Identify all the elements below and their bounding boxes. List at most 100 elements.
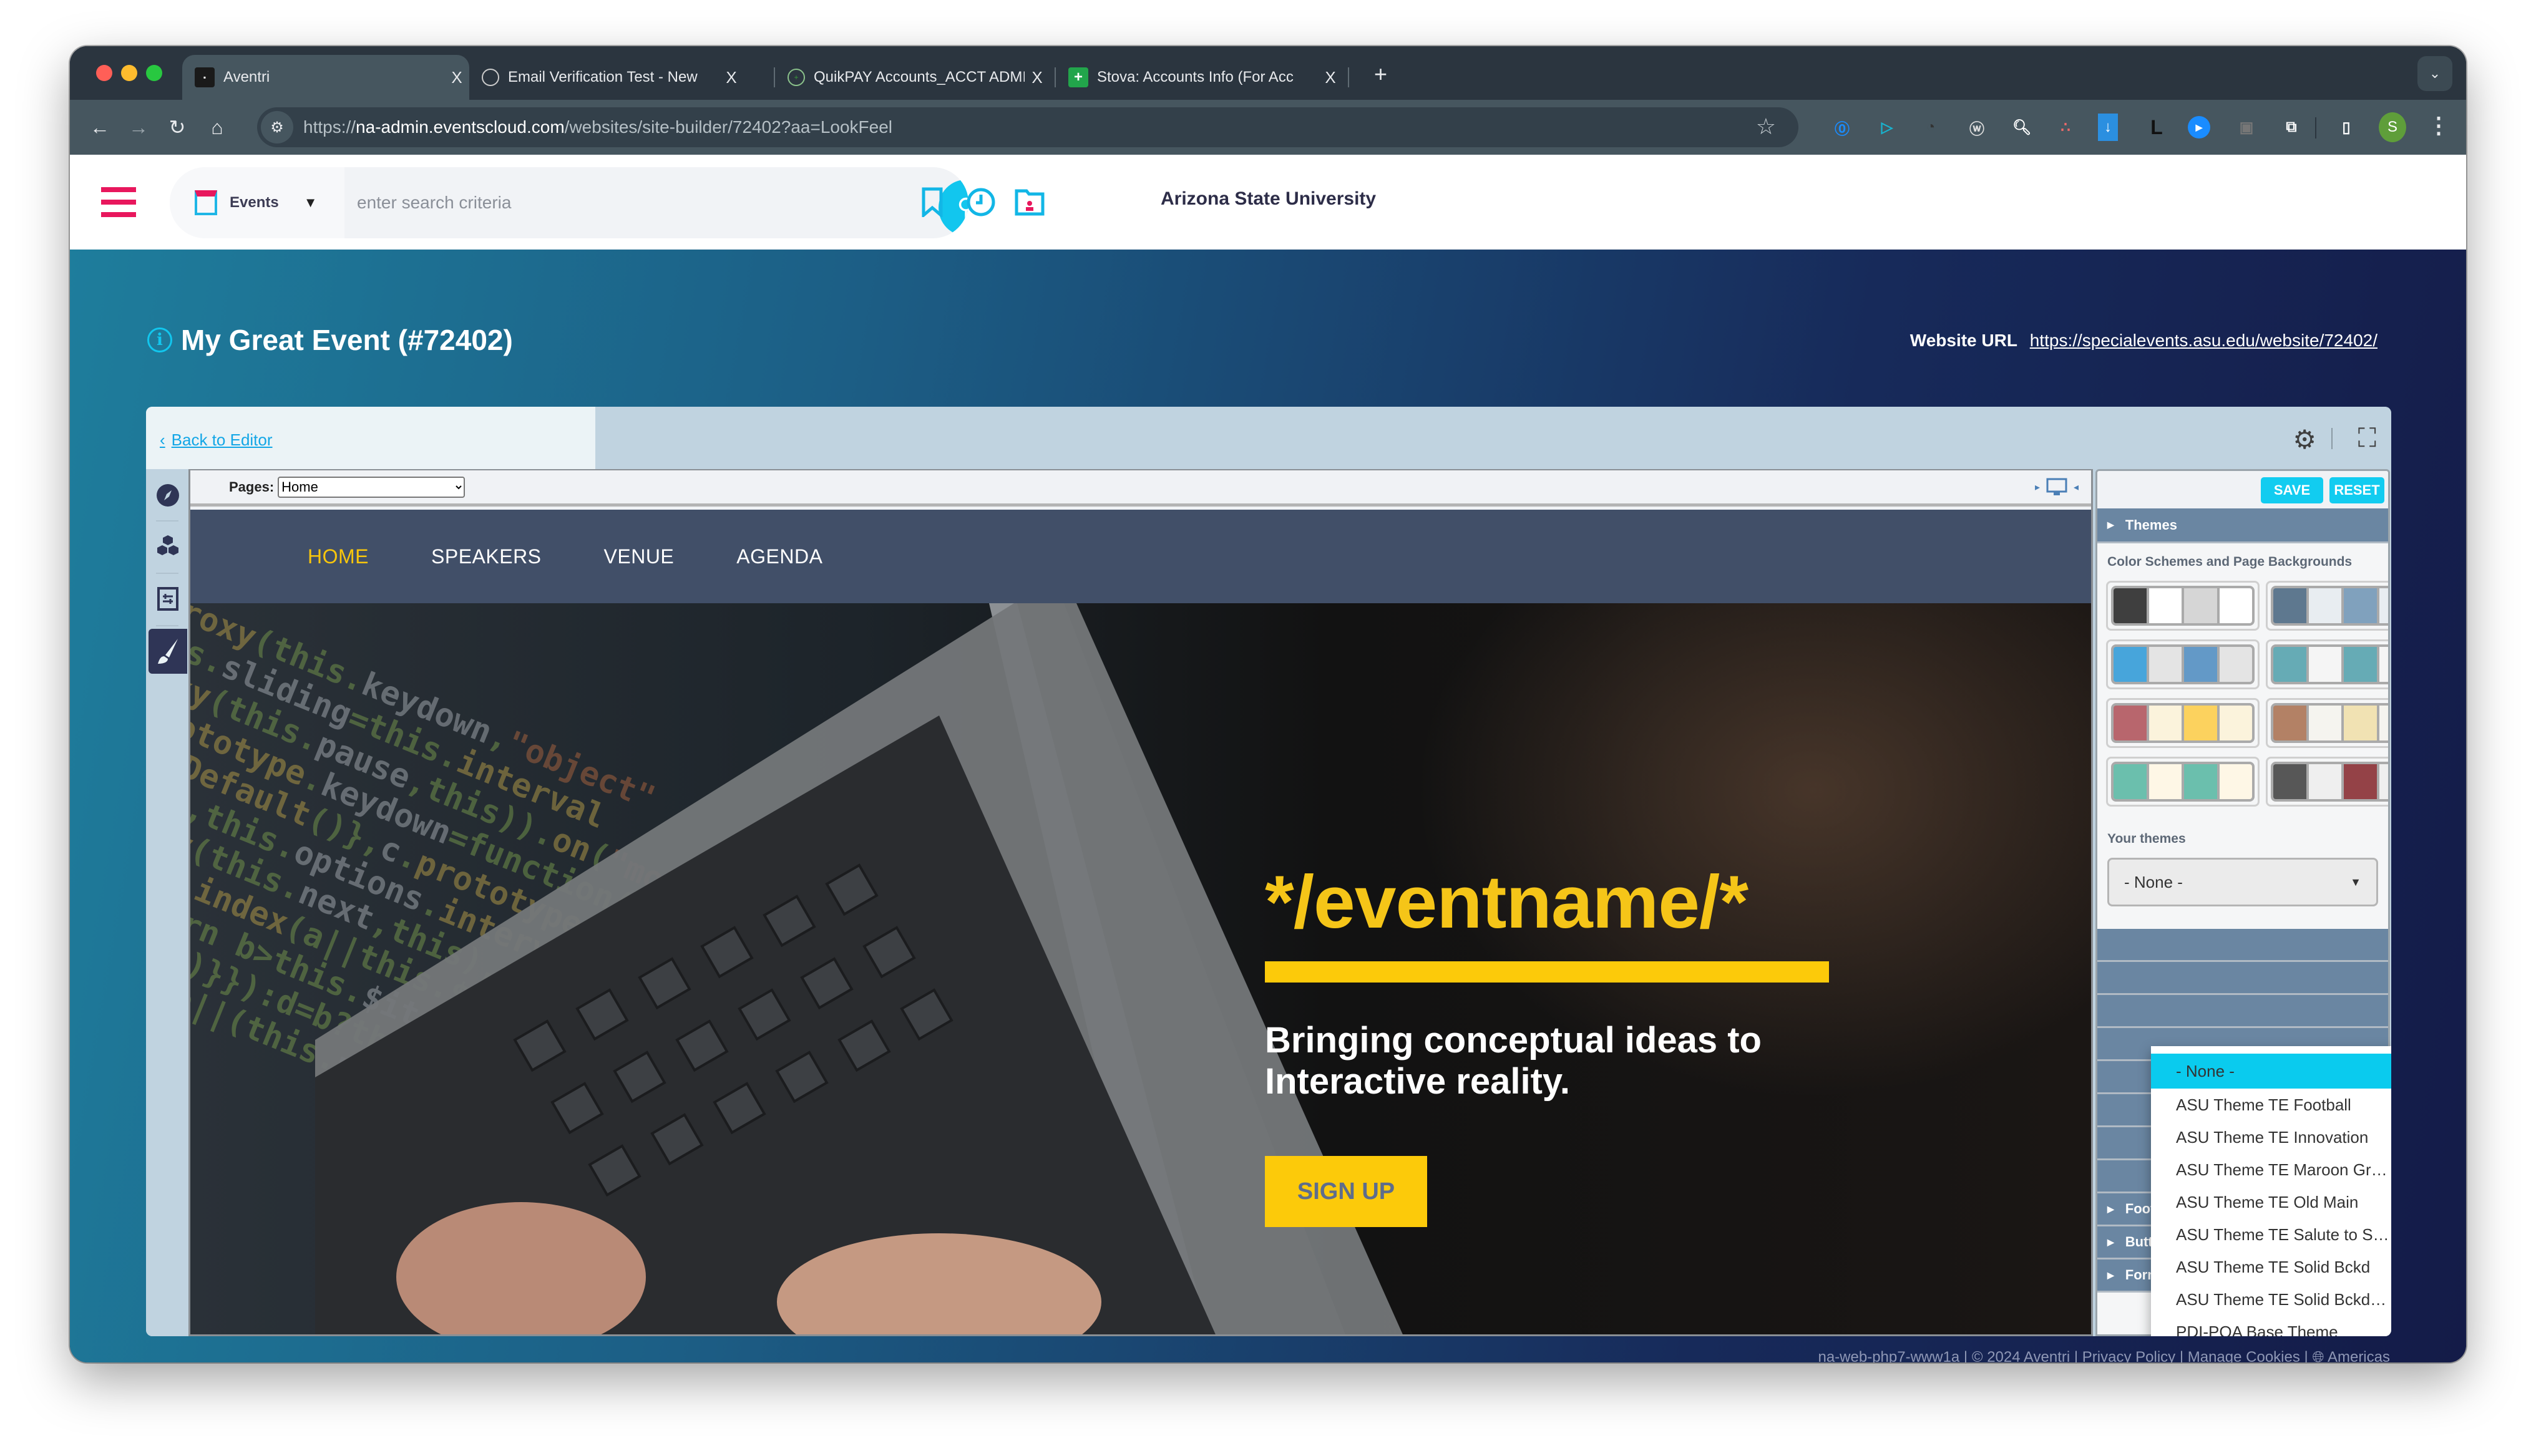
components-tool-button[interactable] <box>149 524 187 569</box>
forward-button[interactable]: → <box>124 112 154 142</box>
info-icon[interactable]: i <box>147 328 172 352</box>
color-scheme-option[interactable] <box>2106 757 2260 807</box>
search-scope-label: Events <box>230 194 279 211</box>
close-window-button[interactable] <box>96 65 112 81</box>
browser-tab-aventri[interactable]: ▪ Aventri X <box>182 55 469 100</box>
tab-title: Email Verification Test - New <box>508 69 698 85</box>
L-extension-icon[interactable]: L <box>2143 114 2170 141</box>
section-themes[interactable]: ▶ Themes <box>2097 508 2388 543</box>
design-tool-button[interactable] <box>149 629 187 674</box>
1password-icon[interactable]: ⓪ <box>1828 114 1856 141</box>
color-scheme-option[interactable] <box>2266 757 2388 807</box>
side-panel-icon[interactable]: ▯ <box>2333 114 2360 141</box>
close-tab-icon[interactable]: X <box>719 68 744 87</box>
manage-cookies-link[interactable]: Manage Cookies <box>2188 1349 2300 1362</box>
theme-option[interactable]: - None - <box>2151 1054 2391 1089</box>
asana-icon[interactable]: ∴ <box>2052 114 2079 141</box>
tab-search-button[interactable]: ⌄ <box>2417 56 2452 91</box>
theme-option[interactable]: PDI-POA Base Theme <box>2151 1316 2391 1337</box>
site-nav-venue[interactable]: VENUE <box>604 545 675 568</box>
bookmark-icon <box>922 187 943 217</box>
next-device-icon[interactable]: ◂ <box>2074 481 2079 493</box>
search-scope-dropdown[interactable]: Events ▼ <box>170 167 344 238</box>
puzzle-extensions-icon[interactable]: ⧉ <box>2278 114 2305 141</box>
folder-play-extension-icon[interactable]: ▣ <box>2233 114 2260 141</box>
reset-button[interactable]: RESET <box>2329 477 2384 503</box>
privacy-policy-link[interactable]: Privacy Policy <box>2082 1349 2175 1362</box>
bookmark-star-icon[interactable]: ☆ <box>1756 114 1776 140</box>
your-themes-select[interactable]: - None - ▼ <box>2107 858 2378 906</box>
prev-device-icon[interactable]: ▸ <box>2035 481 2040 493</box>
new-tab-button[interactable]: + <box>1374 61 1387 87</box>
section-hidden-1[interactable] <box>2097 929 2388 962</box>
save-button[interactable]: SAVE <box>2261 477 2323 503</box>
color-scheme-option[interactable] <box>2266 581 2388 631</box>
contacts-folder-button[interactable] <box>1015 187 1045 217</box>
theme-option[interactable]: ASU Theme TE Football <box>2151 1089 2391 1121</box>
section-hidden-2[interactable] <box>2097 962 2388 995</box>
section-hidden-3[interactable] <box>2097 995 2388 1028</box>
reload-button[interactable]: ↻ <box>162 112 192 142</box>
site-nav-speakers[interactable]: SPEAKERS <box>431 545 542 568</box>
color-scheme-option[interactable] <box>2106 581 2260 631</box>
back-to-editor-link[interactable]: ‹ Back to Editor <box>160 430 273 450</box>
search-input[interactable] <box>357 167 887 238</box>
color-scheme-option[interactable] <box>2266 698 2388 748</box>
sign-up-button[interactable]: SIGN UP <box>1265 1156 1427 1227</box>
color-scheme-option[interactable] <box>2106 698 2260 748</box>
stova-circle-icon <box>482 69 499 86</box>
browser-tab-stova-accounts[interactable]: + Stova: Accounts Info (For Acc X <box>1056 55 1343 100</box>
browser-menu-icon[interactable]: ⋮ <box>2427 112 2450 138</box>
theme-option[interactable]: ASU Theme TE Innovation <box>2151 1121 2391 1153</box>
minimize-window-button[interactable] <box>121 65 137 81</box>
play-extension-icon[interactable]: ▷ <box>1873 114 1901 141</box>
browser-tab-email-verification[interactable]: Email Verification Test - New X <box>469 55 744 100</box>
website-url-link[interactable]: https://specialevents.asu.edu/website/72… <box>2030 331 2378 350</box>
clock-extension-icon[interactable]: ◔ <box>1917 114 1944 141</box>
back-button[interactable]: ← <box>85 112 115 142</box>
color-scheme-option[interactable] <box>2106 639 2260 689</box>
navigator-tool-button[interactable] <box>149 473 187 518</box>
theme-option[interactable]: ASU Theme TE Old Main <box>2151 1186 2391 1218</box>
region-link[interactable]: Americas <box>2328 1349 2390 1362</box>
download-extension-icon[interactable]: ↓ <box>2098 114 2118 141</box>
fullscreen-expand-icon[interactable]: ⛶ <box>2358 423 2376 454</box>
theme-option[interactable]: ASU Theme TE Maroon Gr… <box>2151 1153 2391 1186</box>
caret-right-icon: ▶ <box>2107 1269 2114 1280</box>
close-tab-icon[interactable]: X <box>444 68 469 87</box>
site-nav-home[interactable]: HOME <box>308 545 369 568</box>
url-text[interactable]: https://na-admin.eventscloud.com/website… <box>303 117 892 137</box>
theme-option[interactable]: ASU Theme TE Solid Bckd <box>2151 1251 2391 1283</box>
browser-tab-quikpay[interactable]: + QuikPAY Accounts_ACCT ADMIN X <box>775 55 1050 100</box>
theme-option[interactable]: ASU Theme TE Salute to S… <box>2151 1218 2391 1251</box>
desktop-monitor-icon[interactable] <box>2046 478 2067 497</box>
color-scheme-option[interactable] <box>2266 639 2388 689</box>
caret-right-icon: ▶ <box>2107 1203 2114 1214</box>
iq-extension-icon[interactable]: ▶ <box>2188 116 2210 138</box>
caret-down-icon: ▼ <box>303 195 318 210</box>
wave-extension-icon[interactable]: ⓦ <box>1963 114 1991 141</box>
theme-option[interactable]: ASU Theme TE Solid Bckd… <box>2151 1283 2391 1316</box>
pages-select[interactable]: Home <box>278 476 466 498</box>
layout-tool-button[interactable] <box>149 576 187 621</box>
close-tab-icon[interactable]: X <box>1318 68 1343 87</box>
site-nav-agenda[interactable]: AGENDA <box>736 545 822 568</box>
magnifier-extension-icon[interactable]: 🔍︎ <box>2008 114 2036 141</box>
hamburger-menu-icon[interactable] <box>101 187 136 217</box>
address-bar[interactable]: ⚙ https://na-admin.eventscloud.com/websi… <box>257 107 1798 147</box>
site-info-icon[interactable]: ⚙ <box>261 111 293 143</box>
page-body: i My Great Event (#72402) Website URL ht… <box>70 250 2466 1362</box>
home-button[interactable]: ⌂ <box>202 112 232 142</box>
history-button[interactable] <box>966 187 996 217</box>
color-scheme-swatches <box>2111 762 2255 802</box>
color-swatch <box>2219 706 2252 740</box>
maximize-window-button[interactable] <box>146 65 162 81</box>
close-tab-icon[interactable]: X <box>1025 68 1050 87</box>
profile-avatar[interactable]: S <box>2379 112 2406 142</box>
url-scheme: https:// <box>303 117 356 137</box>
builder-tool-rail <box>146 469 188 1336</box>
bookmarks-button[interactable] <box>917 187 947 217</box>
settings-gear-icon[interactable]: ⚙ <box>2293 424 2316 455</box>
color-scheme-swatches <box>2271 644 2388 684</box>
global-search: Events ▼ ⚲ <box>170 167 968 238</box>
